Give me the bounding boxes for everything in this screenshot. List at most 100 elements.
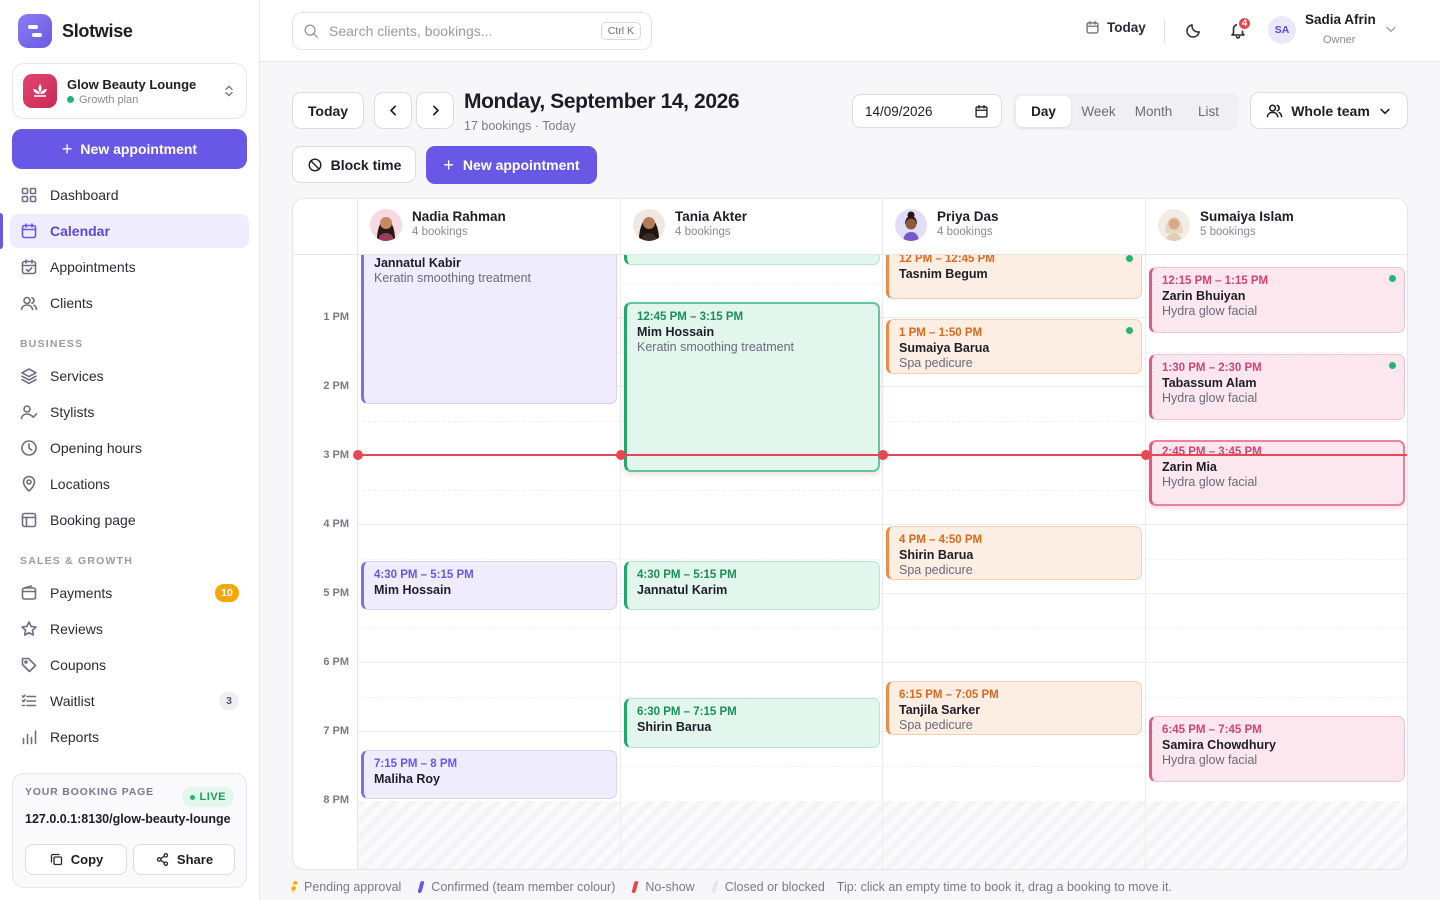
column-divider xyxy=(882,254,883,869)
tab-month[interactable]: Month xyxy=(1126,96,1181,127)
live-label: LIVE xyxy=(199,791,226,803)
today-button[interactable]: Today xyxy=(292,92,364,129)
star-icon xyxy=(21,621,37,636)
current-time-dot xyxy=(1141,450,1151,460)
business-switcher[interactable]: Glow Beauty Lounge Growth plan xyxy=(12,63,247,119)
tag-icon xyxy=(21,657,37,673)
appointment-card[interactable]: 4:30 PM – 5:15 PM Mim Hossain xyxy=(361,561,617,610)
users-icon xyxy=(1266,104,1283,118)
app-logo[interactable]: Slotwise xyxy=(18,14,133,48)
appointment-client: Maliha Roy xyxy=(374,772,440,786)
block-time-button[interactable]: Block time xyxy=(292,146,416,183)
sidebar-item-label: Payments xyxy=(50,585,113,601)
hour-line xyxy=(358,662,1407,663)
sidebar-item-label: Locations xyxy=(50,476,110,492)
appointment-card[interactable]: 6:15 PM – 7:05 PM Tanjila Sarker Spa ped… xyxy=(886,681,1142,735)
sidebar-item-appointments[interactable]: Appointments xyxy=(10,250,249,284)
lotus-icon xyxy=(23,74,57,108)
half-hour-line xyxy=(358,697,1407,698)
calendar-icon[interactable] xyxy=(974,104,989,119)
moon-icon xyxy=(1186,24,1200,38)
new-appointment-primary-button[interactable]: + New appointment xyxy=(426,146,597,184)
share-icon xyxy=(156,853,169,866)
search-icon xyxy=(304,24,318,38)
appointment-client: Shirin Barua xyxy=(637,720,712,734)
sidebar-item-opening-hours[interactable]: Opening hours xyxy=(10,431,249,465)
booking-page-url[interactable]: 127.0.0.1:8130/glow-beauty-lounge xyxy=(25,812,234,826)
sidebar-item-clients[interactable]: Clients xyxy=(10,286,249,320)
appointment-client: Jannatul Karim xyxy=(637,583,728,597)
appointment-card[interactable]: 4:30 PM – 5:15 PM Jannatul Karim xyxy=(624,561,880,610)
tab-week[interactable]: Week xyxy=(1071,96,1126,127)
staff-column-header[interactable]: Nadia Rahman 4 bookings xyxy=(358,199,620,254)
appointment-card[interactable]: 6:30 PM – 7:15 PM Shirin Barua xyxy=(624,698,880,748)
staff-avatar xyxy=(1158,209,1190,241)
sidebar-item-locations[interactable]: Locations xyxy=(10,467,249,501)
plus-icon: + xyxy=(443,154,454,175)
user-avatar[interactable]: SA xyxy=(1268,16,1296,44)
appointment-card[interactable]: 6:45 PM – 7:45 PM Samira Chowdhury Hydra… xyxy=(1149,716,1405,782)
new-appointment-label: New appointment xyxy=(80,141,198,157)
sidebar-item-calendar[interactable]: Calendar xyxy=(10,214,249,248)
appointment-card[interactable]: 7:15 PM – 8 PM Maliha Roy xyxy=(361,750,617,799)
section-sales-heading: SALES & GROWTH xyxy=(20,555,134,567)
copy-label: Copy xyxy=(70,852,104,867)
list-icon xyxy=(21,694,37,707)
appointment-client: Zarin Bhuiyan xyxy=(1162,289,1246,303)
staff-avatar xyxy=(370,209,402,241)
appointment-card[interactable]: 1:30 PM – 2:30 PM Tabassum Alam Hydra gl… xyxy=(1149,354,1405,420)
sidebar-item-dashboard[interactable]: Dashboard xyxy=(10,178,249,212)
appointment-service: Hydra glow facial xyxy=(1162,391,1258,405)
appointment-card[interactable]: 2:45 PM – 3:45 PM Zarin Mia Hydra glow f… xyxy=(1149,440,1405,506)
share-link-button[interactable]: Share xyxy=(133,844,235,875)
sidebar-item-booking-page[interactable]: Booking page xyxy=(10,503,249,537)
sidebar-item-coupons[interactable]: Coupons xyxy=(10,648,249,682)
day-calendar-grid: 1 PM 2 PM 3 PM 4 PM 5 PM 6 PM 7 PM 8 PM … xyxy=(292,198,1408,870)
chevron-down-icon[interactable] xyxy=(1384,22,1398,36)
divider xyxy=(1164,18,1165,44)
sidebar-item-services[interactable]: Services xyxy=(10,359,249,393)
staff-name: Sumaiya Islam xyxy=(1200,209,1294,224)
current-time-dot xyxy=(616,450,626,460)
staff-bookings-count: 4 bookings xyxy=(937,226,993,238)
appointment-card[interactable]: 12:45 PM – 3:15 PM Mim Hossain Keratin s… xyxy=(624,302,880,472)
sidebar-item-payments[interactable]: Payments 10 xyxy=(10,576,249,610)
previous-day-button[interactable] xyxy=(374,92,412,129)
appointment-card[interactable]: 4 PM – 4:50 PM Shirin Barua Spa pedicure xyxy=(886,526,1142,580)
current-time-dot xyxy=(878,450,888,460)
sidebar-item-reports[interactable]: Reports xyxy=(10,720,249,754)
appointment-card[interactable]: 1 PM – 1:50 PM Sumaiya Barua Spa pedicur… xyxy=(886,319,1142,374)
staff-column-header[interactable]: Sumaiya Islam 5 bookings xyxy=(1145,199,1407,254)
tab-list[interactable]: List xyxy=(1181,96,1236,127)
sidebar-item-reviews[interactable]: Reviews xyxy=(10,612,249,646)
payments-count-badge: 10 xyxy=(215,584,239,602)
date-picker-input[interactable]: 14/09/2026 xyxy=(852,94,1002,128)
waitlist-count-badge: 3 xyxy=(219,692,239,710)
time-label: 4 PM xyxy=(323,518,349,530)
staff-name: Priya Das xyxy=(937,209,999,224)
copy-link-button[interactable]: Copy xyxy=(25,844,127,875)
theme-toggle-button[interactable] xyxy=(1185,22,1202,39)
user-check-icon xyxy=(20,405,38,420)
sidebar-item-stylists[interactable]: Stylists xyxy=(10,395,249,429)
appointment-time: 6:45 PM – 7:45 PM xyxy=(1162,724,1262,736)
user-name[interactable]: Sadia Afrin xyxy=(1305,12,1376,27)
next-day-button[interactable] xyxy=(416,92,454,129)
team-filter-select[interactable]: Whole team xyxy=(1250,92,1408,129)
new-appointment-button[interactable]: + New appointment xyxy=(12,129,247,169)
chevron-left-icon xyxy=(389,105,396,116)
today-shortcut-button[interactable]: Today xyxy=(1085,20,1146,35)
staff-column-header[interactable]: Priya Das 4 bookings xyxy=(882,199,1145,254)
search-input[interactable]: Search clients, bookings... Ctrl K xyxy=(292,12,652,50)
staff-column-header[interactable]: Tania Akter 4 bookings xyxy=(620,199,882,254)
appointment-card[interactable]: 12:15 PM – 1:15 PM Zarin Bhuiyan Hydra g… xyxy=(1149,267,1405,333)
appointment-card[interactable]: Jannatul Kabir Keratin smoothing treatme… xyxy=(361,247,617,404)
tab-day[interactable]: Day xyxy=(1016,96,1071,127)
sidebar-item-waitlist[interactable]: Waitlist 3 xyxy=(10,684,249,718)
live-dot xyxy=(189,794,195,800)
legend-pending: Pending approval xyxy=(304,880,402,894)
legend-noshow: No-show xyxy=(645,880,695,894)
appointment-client: Mim Hossain xyxy=(637,325,715,339)
share-label: Share xyxy=(176,852,214,867)
appointment-client: Samira Chowdhury xyxy=(1162,738,1276,752)
